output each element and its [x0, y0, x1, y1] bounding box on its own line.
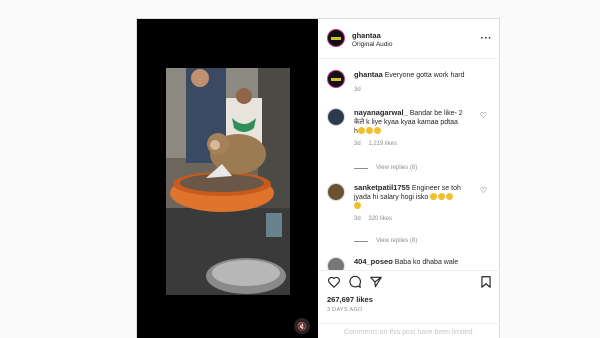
emoji-icon — [365, 127, 373, 134]
avatar[interactable] — [327, 29, 345, 47]
comment-time[interactable]: 3d — [354, 216, 361, 222]
post-sidebar: ghantaa Original Audio ··· ghantaa Every… — [318, 19, 500, 338]
caption-username[interactable]: ghantaa — [354, 70, 383, 79]
emoji-icon — [357, 127, 365, 134]
comment-heart-icon[interactable]: ♡ — [480, 111, 487, 120]
mute-icon[interactable]: 🔇 — [294, 318, 310, 334]
comment-username[interactable]: nayanagarwal_ — [354, 108, 408, 117]
audio-label[interactable]: Original Audio — [352, 41, 392, 48]
post-actions: 267,697 likes 3 DAYS AGO Comments on thi… — [318, 270, 500, 338]
comments-limited-notice: Comments on this post have been limited. — [318, 323, 500, 336]
avatar[interactable] — [327, 183, 345, 201]
comment-text: Baba ko dhaba wale — [394, 259, 459, 266]
comment-likes[interactable]: 1,219 likes — [368, 141, 397, 147]
like-count[interactable]: 267,697 likes — [327, 295, 373, 304]
post-media[interactable]: 🔇 — [137, 19, 318, 338]
heart-icon[interactable] — [327, 275, 341, 289]
comment-username[interactable]: sanketpatil1755 — [354, 183, 410, 192]
share-icon[interactable] — [369, 275, 383, 289]
avatar[interactable] — [327, 70, 345, 88]
comment-heart-icon[interactable]: ♡ — [480, 186, 487, 195]
page: { "post": { "username": "ghantaa", "audi… — [0, 0, 600, 338]
emoji-icon — [430, 193, 438, 200]
caption-text: Everyone gotta work hard — [384, 72, 465, 79]
monkey-washing-clothes-video — [166, 68, 290, 295]
emoji-icon — [438, 193, 446, 200]
post-time[interactable]: 3 DAYS AGO — [327, 307, 363, 313]
comment-icon[interactable] — [348, 275, 362, 289]
post-header: ghantaa Original Audio ··· — [318, 19, 500, 59]
view-replies-label: View replies (8) — [376, 238, 418, 244]
comment-text: Bandar be like- 2 — [409, 110, 463, 117]
header-username[interactable]: ghantaa — [352, 31, 381, 40]
emoji-icon — [354, 202, 361, 209]
video-frame[interactable] — [166, 68, 290, 295]
comment-text-2: केले k liye kyaa kyaa kamaa pdtaa — [354, 119, 458, 126]
comment-username[interactable]: 404_poseo — [354, 257, 393, 266]
comment-likes[interactable]: 320 likes — [368, 216, 392, 222]
avatar[interactable] — [327, 108, 345, 126]
view-replies-button[interactable]: View replies (8) — [354, 165, 417, 171]
view-replies-button[interactable]: View replies (8) — [354, 238, 417, 244]
bookmark-icon[interactable] — [479, 275, 493, 289]
avatar[interactable] — [327, 257, 345, 270]
emoji-icon — [373, 127, 381, 134]
comment-text: Engineer se toh — [411, 185, 461, 192]
comment-time[interactable]: 3d — [354, 141, 361, 147]
caption-time[interactable]: 3d — [354, 86, 474, 95]
post-card: 🔇 ghantaa Original Audio ··· ghantaa Eve… — [136, 18, 500, 338]
comments-list[interactable]: ghantaa Everyone gotta work hard 3d naya… — [318, 59, 500, 270]
view-replies-label: View replies (8) — [376, 165, 418, 171]
comment-text-2: jyada hi salary hogi isko — [354, 194, 429, 201]
emoji-icon — [446, 193, 454, 200]
more-options-icon[interactable]: ··· — [481, 33, 493, 44]
